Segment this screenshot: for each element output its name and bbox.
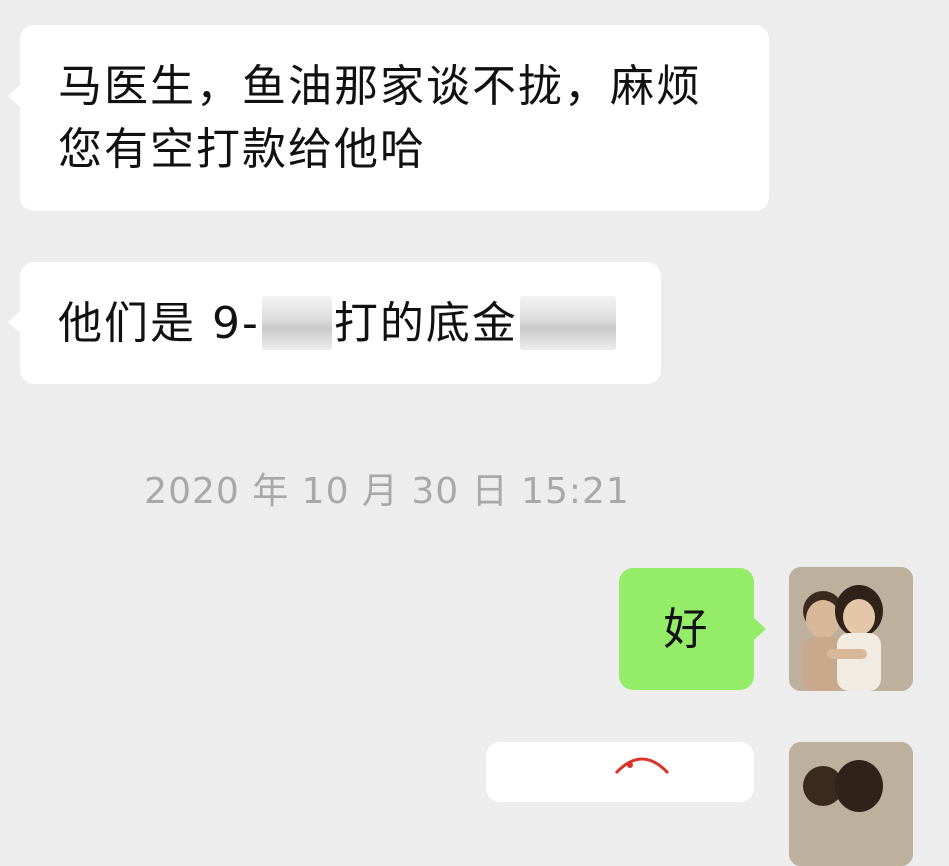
bubble-tail <box>8 311 20 333</box>
message-text: 马医生，鱼油那家谈不拢，麻烦您有空打款给他哈 <box>58 61 702 175</box>
outgoing-message-bubble[interactable]: 好 <box>619 568 766 690</box>
message-text-part: 他们是 9- <box>58 297 260 349</box>
message-text: 好 <box>663 603 710 655</box>
incoming-message-bubble[interactable]: 他们是 9- 打的底金 <box>8 262 661 384</box>
outgoing-image-message[interactable] <box>486 742 754 802</box>
bubble-tail <box>8 85 20 107</box>
redaction-blur <box>261 296 332 350</box>
user-avatar[interactable] <box>789 742 913 866</box>
red-stamp-image-icon <box>614 757 670 775</box>
incoming-message-bubble[interactable]: 马医生，鱼油那家谈不拢，麻烦您有空打款给他哈 <box>8 25 769 211</box>
avatar-photo-icon <box>789 567 913 691</box>
chat-timestamp: 2020 年 10 月 30 日 15:21 <box>144 471 630 512</box>
bubble-tail <box>754 618 766 640</box>
avatar-photo-icon <box>789 742 913 866</box>
message-text-part: 打的底金 <box>333 297 518 349</box>
redaction-blur <box>519 296 616 350</box>
user-avatar[interactable] <box>789 567 913 691</box>
chat-area: 马医生，鱼油那家谈不拢，麻烦您有空打款给他哈 他们是 9- 打的底金 2020 … <box>0 0 949 866</box>
